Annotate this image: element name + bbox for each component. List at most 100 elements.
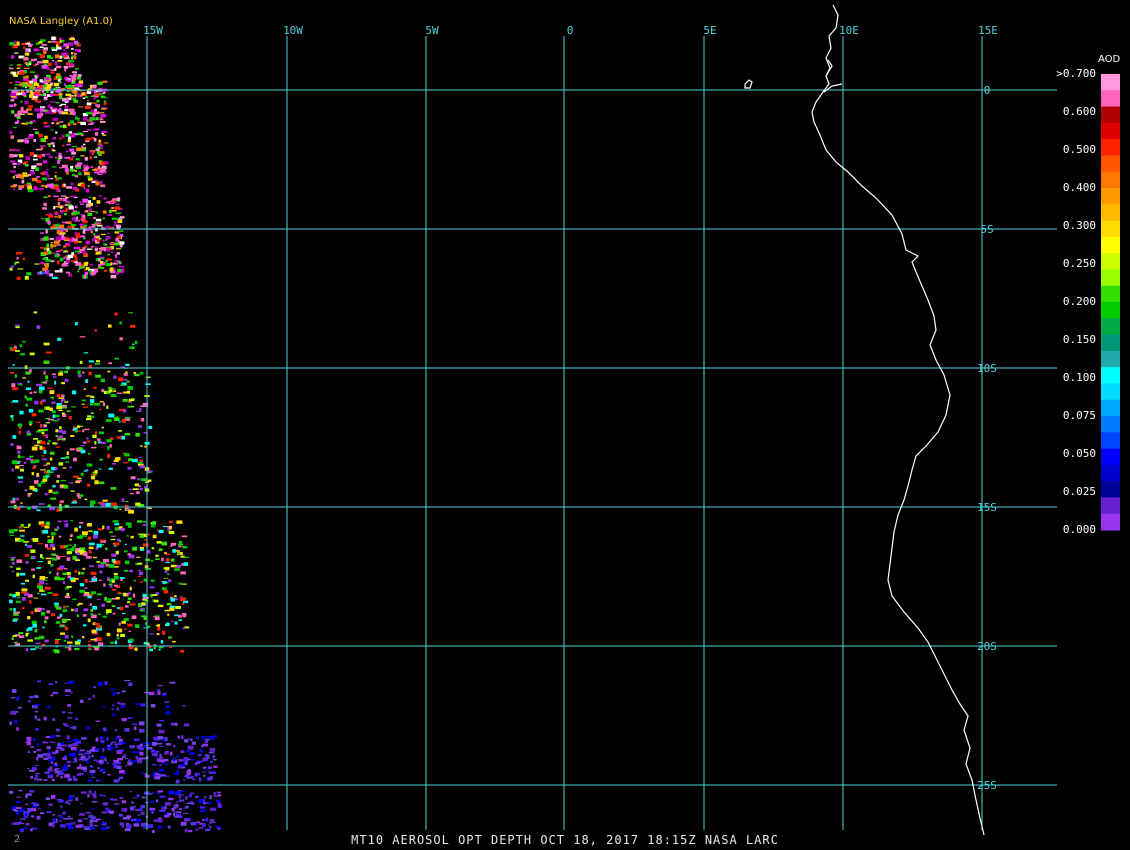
aod-pixel <box>123 373 128 376</box>
aod-pixel <box>25 543 28 546</box>
aod-pixel <box>9 64 14 66</box>
aod-pixel <box>77 819 83 823</box>
aod-pixel <box>64 239 70 241</box>
aod-pixel <box>20 523 24 527</box>
aod-pixel <box>184 775 189 778</box>
aod-pixel <box>41 154 45 157</box>
aod-pixel <box>190 759 196 761</box>
aod-pixel <box>82 97 86 99</box>
aod-pixel <box>14 113 20 117</box>
aod-pixel <box>32 538 39 542</box>
aod-pixel <box>16 699 20 701</box>
aod-pixel <box>181 822 186 824</box>
aod-pixel <box>46 269 50 272</box>
aod-pixel <box>97 173 103 175</box>
aod-pixel <box>57 223 60 228</box>
aod-pixel <box>49 237 54 240</box>
aod-pixel <box>156 541 162 544</box>
aod-pixel <box>117 758 123 761</box>
legend-swatch <box>1101 188 1120 205</box>
aod-pixel <box>111 605 116 607</box>
aod-pixel <box>158 759 165 763</box>
aod-pixel <box>204 796 207 799</box>
aod-pixel <box>59 121 64 123</box>
aod-pixel <box>184 739 189 743</box>
aod-pixel <box>96 172 100 174</box>
aod-pixel <box>69 38 75 41</box>
aod-pixel <box>94 248 98 251</box>
aod-pixel <box>54 175 57 178</box>
legend-swatch <box>1101 383 1120 401</box>
aod-pixel <box>115 597 120 600</box>
aod-pixel <box>167 812 172 816</box>
aod-pixel <box>101 603 105 607</box>
aod-pixel <box>84 271 89 275</box>
aod-pixel <box>61 221 68 224</box>
aod-pixel <box>56 244 61 246</box>
legend-swatch <box>1101 367 1120 384</box>
aod-pixel <box>64 370 68 374</box>
aod-pixel <box>13 165 16 169</box>
aod-pixel <box>13 641 18 643</box>
aod-pixel <box>64 568 68 570</box>
aod-pixel <box>45 375 49 380</box>
aod-pixel <box>25 632 29 637</box>
aod-pixel <box>12 72 17 76</box>
aod-pixel <box>9 534 15 536</box>
aod-pixel <box>115 203 120 206</box>
aod-pixel <box>99 401 104 403</box>
aod-pixel <box>11 697 16 699</box>
aod-pixel <box>169 520 173 524</box>
aod-pixel <box>142 543 149 547</box>
aod-pixel <box>91 475 96 480</box>
aod-pixel <box>130 492 134 495</box>
aod-pixel <box>182 812 189 815</box>
aod-pixel <box>110 535 116 537</box>
aod-pixel <box>94 156 97 158</box>
aod-pixel <box>19 572 26 576</box>
aod-pixel <box>121 718 127 722</box>
aod-pixel <box>42 257 48 260</box>
aod-pixel <box>82 247 86 250</box>
aod-pixel <box>100 441 106 444</box>
aod-pixel <box>35 87 38 90</box>
aod-pixel <box>62 766 69 771</box>
aod-pixel <box>47 535 50 538</box>
aod-pixel <box>80 121 86 125</box>
aod-pixel <box>100 739 105 744</box>
legend-swatch <box>1101 220 1120 238</box>
aod-pixel <box>135 432 140 437</box>
aod-pixel <box>14 822 20 825</box>
aod-pixel <box>103 142 109 144</box>
aod-pixel <box>15 591 20 596</box>
aod-pixel <box>180 596 183 598</box>
aod-pixel <box>56 526 60 530</box>
aod-pixel <box>82 531 88 535</box>
aod-pixel <box>97 265 102 267</box>
aod-pixel <box>84 210 88 213</box>
aod-pixel <box>41 44 48 46</box>
aod-pixel <box>81 403 85 405</box>
aod-pixel <box>36 607 42 612</box>
aod-pixel <box>171 808 175 810</box>
aod-pixel <box>82 429 85 433</box>
aod-pixel <box>135 502 141 506</box>
aod-pixel <box>181 735 184 739</box>
legend-swatch <box>1101 122 1120 140</box>
aod-pixel <box>134 647 138 651</box>
aod-pixel <box>19 464 24 466</box>
aod-pixel <box>40 523 45 527</box>
aod-pixel <box>49 390 55 395</box>
aod-pixel <box>105 502 111 507</box>
aod-pixel <box>43 779 48 781</box>
aod-pixel <box>99 256 105 259</box>
aod-pixel <box>103 583 106 587</box>
aod-pixel <box>48 155 53 159</box>
aod-pixel <box>102 525 105 530</box>
aod-pixel <box>103 827 107 830</box>
aod-pixel <box>70 520 74 522</box>
aod-pixel <box>79 812 85 816</box>
aod-pixel <box>55 735 61 737</box>
aod-pixel <box>10 170 17 173</box>
aod-pixel <box>52 276 58 279</box>
